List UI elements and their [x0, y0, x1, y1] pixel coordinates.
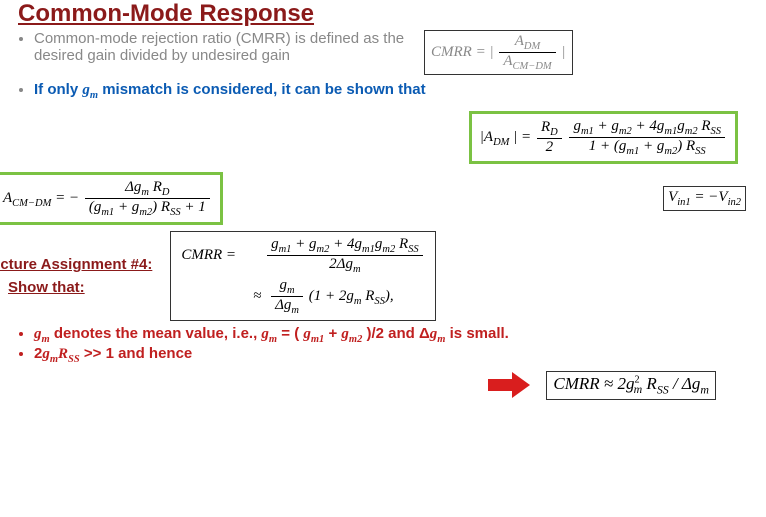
final-m: R [646, 374, 656, 393]
b3-e: is small. [450, 325, 509, 342]
vin-ls: in1 [677, 197, 690, 208]
b3-gm2s: gm2 [341, 326, 362, 342]
adm-d1: 2 [537, 139, 562, 156]
cmrr-approx-rest: (1 + 2gm RSS), [309, 288, 394, 304]
slide-title: Common-Mode Response [18, 0, 746, 28]
final-sub: m [634, 382, 643, 396]
cmrr-approx-num: gm [271, 277, 303, 297]
b3-gm1s: gm1 [303, 326, 324, 342]
acm-num: Δgm RD [85, 179, 210, 199]
b3-a: denotes the mean value, i.e., [54, 325, 262, 342]
cmrr-def-left: CMRR = | [431, 44, 494, 60]
cmrr-def-num: A [515, 33, 524, 49]
final-rs: m [700, 382, 709, 396]
cmrr-full-num: gm1 + gm2 + 4gm1gm2 RSS [267, 236, 423, 256]
vin-l: V [668, 189, 677, 205]
cmrr-def-right: | [561, 44, 565, 60]
b4-rss: RSS [58, 346, 80, 362]
cmrr-def-den-sub: CM−DM [513, 61, 552, 72]
b4-gm: gm [42, 346, 58, 362]
final-ms: SS [657, 382, 669, 396]
acm-left: A [3, 190, 12, 206]
acm-den: (gm1 + gm2) RSS + 1 [85, 199, 210, 218]
bullet-1: Common-mode rejection ratio (CMRR) is de… [34, 30, 414, 64]
bullets-top: Common-mode rejection ratio (CMRR) is de… [34, 30, 746, 101]
bullet-2b: mismatch is considered, it can be shown … [102, 81, 425, 98]
cmrr-full-den: 2Δgm [267, 256, 423, 275]
acm-left-sub: CM−DM [12, 198, 51, 209]
b3-gm: gm [34, 326, 50, 342]
cmrr-final-box: CMRR ≈ 2g2m RSS / Δgm [546, 371, 716, 400]
show-that-label: Show that: [8, 279, 158, 296]
adm-den-rest: 1 + (gm1 + gm2) RSS [569, 138, 725, 157]
adm-box: |ADM | = RD 2 gm1 + gm2 + 4gm1gm2 RSS 1 … [469, 111, 738, 164]
cmrr-def-num-sub: DM [524, 41, 540, 52]
arrow-icon [488, 372, 534, 398]
b4-c: >> 1 and hence [84, 345, 192, 362]
bullet-2-gm: gm [82, 82, 98, 98]
cmrr-def-den: A [503, 53, 512, 69]
acm-dm-box: ACM−DM = − Δgm RD (gm1 + gm2) RSS + 1 [0, 172, 223, 225]
bullet-2a: If only [34, 81, 82, 98]
b3-d: )/2 and Δ [367, 325, 430, 342]
cmrr-approx: ≈ [181, 288, 265, 305]
acm-eq: = − [55, 190, 79, 206]
b3-b: = ( [281, 325, 299, 342]
adm-left-sub: DM [493, 137, 509, 148]
cmrr-full-l1: CMRR = [181, 247, 261, 264]
b3-c: + [328, 325, 341, 342]
vin-m: = −V [694, 189, 727, 205]
b3-dgm: gm [430, 326, 446, 342]
cmrr-full-box: CMRR = gm1 + gm2 + 4gm1gm2 RSS 2Δgm ≈ gm [170, 231, 435, 321]
adm-left: |A [480, 129, 493, 145]
bullets-bottom: gm denotes the mean value, i.e., gm = ( … [34, 325, 746, 365]
assignment-label: ecture Assignment #4: [0, 256, 152, 273]
adm-eq: | = [513, 129, 535, 145]
final-l: CMRR ≈ 2g [553, 374, 634, 393]
vin-box: Vin1 = −Vin2 [663, 186, 746, 211]
adm-num1: RD [537, 119, 562, 139]
final-r: / Δg [673, 374, 700, 393]
cmrr-def-box: CMRR = | ADM ACM−DM | [424, 30, 573, 75]
cmrr-approx-den: Δgm [271, 297, 303, 316]
vin-rs: in2 [728, 197, 741, 208]
adm-num-rest: gm1 + gm2 + 4gm1gm2 RSS [569, 118, 725, 138]
b3-gm2: gm [261, 326, 277, 342]
